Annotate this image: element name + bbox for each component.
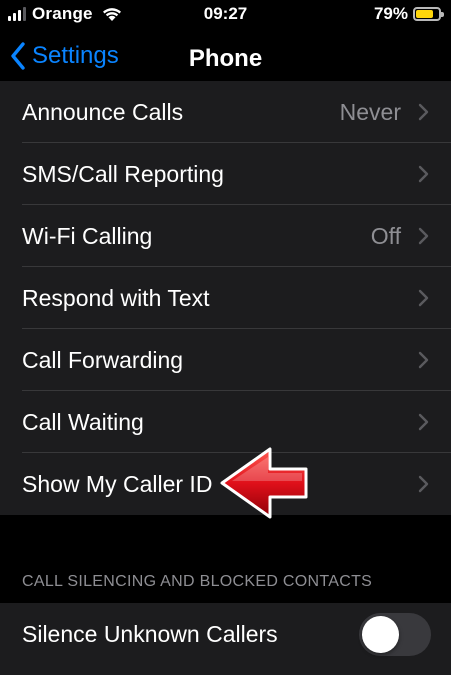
- row-value: Off: [370, 223, 401, 249]
- status-right: 79%: [373, 4, 444, 24]
- row-call-forwarding[interactable]: Call Forwarding: [0, 329, 451, 391]
- chevron-right-icon: [418, 165, 429, 183]
- row-wifi-calling[interactable]: Wi-Fi Calling Off: [0, 205, 451, 267]
- battery-fill: [416, 10, 433, 18]
- section-header: CALL SILENCING AND BLOCKED CONTACTS: [22, 573, 373, 590]
- row-sms-call-reporting[interactable]: SMS/Call Reporting: [0, 143, 451, 205]
- row-label: Announce Calls: [22, 99, 184, 125]
- row-label: Show My Caller ID: [22, 471, 213, 497]
- status-bar: Orange 09:27 79%: [0, 0, 451, 30]
- chevron-right-icon: [418, 289, 429, 307]
- row-announce-calls[interactable]: Announce Calls Never: [0, 81, 451, 143]
- row-silence-unknown-callers: Silence Unknown Callers: [0, 603, 451, 665]
- chevron-right-icon: [418, 227, 429, 245]
- chevron-right-icon: [418, 351, 429, 369]
- battery-nub: [441, 12, 444, 17]
- row-label: Respond with Text: [22, 285, 210, 311]
- chevron-right-icon: [418, 103, 429, 121]
- row-value: Never: [339, 99, 401, 125]
- row-label: Call Forwarding: [22, 347, 184, 373]
- row-label: Silence Unknown Callers: [22, 621, 278, 647]
- row-respond-with-text[interactable]: Respond with Text: [0, 267, 451, 329]
- battery-percent: 79%: [373, 4, 408, 23]
- row-label: Wi-Fi Calling: [22, 223, 153, 249]
- phone-settings-screen: Orange 09:27 79% Settings Phone Announce…: [0, 0, 451, 675]
- row-call-waiting[interactable]: Call Waiting: [0, 391, 451, 453]
- navigation-bar: Settings Phone: [0, 30, 451, 88]
- row-label: SMS/Call Reporting: [22, 161, 224, 187]
- chevron-right-icon: [418, 413, 429, 431]
- page-title: Phone: [188, 45, 263, 72]
- battery-icon: [413, 7, 444, 21]
- chevron-right-icon: [418, 475, 429, 493]
- row-label: Call Waiting: [22, 409, 144, 435]
- red-arrow-icon: [220, 447, 308, 519]
- call-silencing-group: Silence Unknown Callers: [0, 603, 451, 675]
- toggle-knob: [362, 616, 399, 653]
- silence-unknown-callers-toggle[interactable]: [359, 613, 431, 656]
